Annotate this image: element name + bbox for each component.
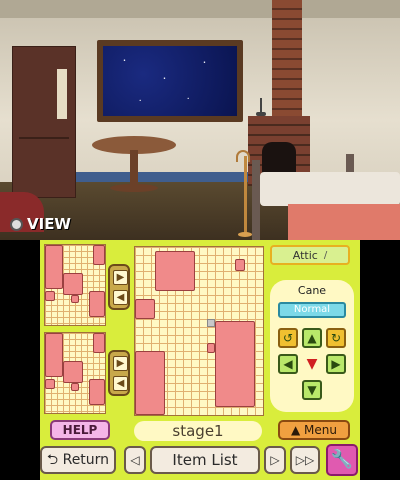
furniture-block [45, 245, 63, 289]
layout-preview-2[interactable] [44, 332, 106, 414]
arrow-left-icon: ◀ [113, 290, 128, 305]
arrow-down-icon: ▼ [307, 383, 317, 397]
arrow-left-icon: ◀ [283, 357, 293, 371]
furniture-small[interactable] [135, 299, 155, 319]
bed[interactable] [252, 154, 400, 240]
swap-layout-2-button[interactable]: ▶ ◀ [108, 350, 130, 396]
arrow-right-icon: ▶ [113, 270, 128, 285]
chimney[interactable] [272, 0, 302, 118]
view-label: VIEW [27, 215, 71, 233]
move-left-button[interactable]: ◀ [278, 354, 298, 374]
cabinet[interactable] [12, 46, 76, 198]
arrow-right-icon: ▶ [113, 356, 128, 371]
wrench-icon: 🔧 [330, 449, 354, 470]
item-list-label: Item List [172, 451, 238, 469]
room-view[interactable]: • • • • • VIEW [0, 0, 400, 240]
menu-triangle-icon: ▲ [291, 423, 305, 437]
candlestick[interactable] [256, 98, 266, 116]
touch-screen: ▶ ◀ ▶ ◀ Attic / Cane Normal ↺ ▲ ↻ ◀ ▼ ▶ … [0, 240, 400, 480]
menu-button[interactable]: ▲ Menu [278, 420, 350, 440]
return-arrow-icon: ⮌ [46, 452, 59, 468]
item-list-next-button[interactable]: ▷ [264, 446, 286, 474]
ceiling [0, 0, 400, 18]
rotate-cw-icon: ↻ [330, 331, 342, 345]
cane[interactable] [232, 150, 252, 238]
furniture-block [71, 295, 79, 303]
direction-indicator-icon: ▼ [306, 356, 318, 372]
furniture-block [93, 333, 105, 353]
window[interactable]: • • • • • [97, 40, 243, 122]
furniture-block [63, 273, 83, 295]
puzzle-panel: ▶ ◀ ▶ ◀ Attic / Cane Normal ↺ ▲ ↻ ◀ ▼ ▶ … [40, 240, 360, 480]
view-toggle[interactable]: VIEW [10, 214, 71, 234]
room-grid[interactable] [134, 246, 264, 416]
layout-preview-1[interactable] [44, 244, 106, 326]
rotate-ccw-button[interactable]: ↺ [278, 328, 298, 348]
furniture-block [89, 379, 105, 405]
move-down-button[interactable]: ▼ [302, 380, 322, 400]
furniture-block [71, 383, 79, 391]
room-label: Attic [292, 248, 318, 262]
furniture-block [45, 291, 55, 301]
slash-icon: / [323, 249, 328, 261]
arrow-left-icon: ◀ [113, 376, 128, 391]
round-table[interactable] [92, 136, 176, 200]
furniture-block [63, 361, 83, 383]
cursor-marker [207, 319, 215, 327]
item-control-panel: Cane Normal ↺ ▲ ↻ ◀ ▼ ▶ ▼ [270, 280, 354, 412]
furniture-block [89, 291, 105, 317]
swap-layout-1-button[interactable]: ▶ ◀ [108, 264, 130, 310]
rotate-ccw-icon: ↺ [282, 331, 294, 345]
move-up-button[interactable]: ▲ [302, 328, 322, 348]
night-sky: • • • • • [103, 46, 237, 116]
furniture-table[interactable] [155, 251, 195, 291]
furniture-small[interactable] [207, 343, 215, 353]
triangle-right-icon: ▷ [270, 453, 280, 467]
arrow-up-icon: ▲ [307, 331, 317, 345]
double-triangle-right-icon: ▷▷ [295, 453, 315, 467]
help-button[interactable]: HELP [50, 420, 110, 440]
menu-label: Menu [304, 423, 337, 437]
furniture-bed[interactable] [215, 321, 255, 407]
item-mode: Normal [293, 304, 331, 315]
move-right-button[interactable]: ▶ [326, 354, 346, 374]
item-name: Cane [297, 284, 327, 297]
furniture-block [45, 333, 63, 377]
item-list-last-button[interactable]: ▷▷ [290, 446, 320, 474]
item-mode-badge[interactable]: Normal [278, 302, 346, 318]
room-label-box[interactable]: Attic / [270, 245, 350, 265]
return-label: Return [62, 452, 110, 468]
item-list-prev-button[interactable]: ◁ [124, 446, 146, 474]
arrow-right-icon: ▶ [331, 357, 341, 371]
furniture-block [93, 245, 105, 265]
stage-indicator: stage1 [134, 421, 262, 441]
help-label: HELP [62, 423, 98, 437]
view-icon [10, 217, 23, 231]
tools-button[interactable]: 🔧 [326, 444, 358, 476]
furniture-cabinet[interactable] [135, 351, 165, 415]
furniture-block [45, 379, 55, 389]
rotate-cw-button[interactable]: ↻ [326, 328, 346, 348]
item-list-button[interactable]: Item List [150, 446, 260, 474]
triangle-left-icon: ◁ [130, 453, 140, 467]
return-button[interactable]: ⮌ Return [40, 446, 116, 474]
stage-label: stage1 [172, 422, 224, 440]
furniture-small[interactable] [235, 259, 245, 271]
